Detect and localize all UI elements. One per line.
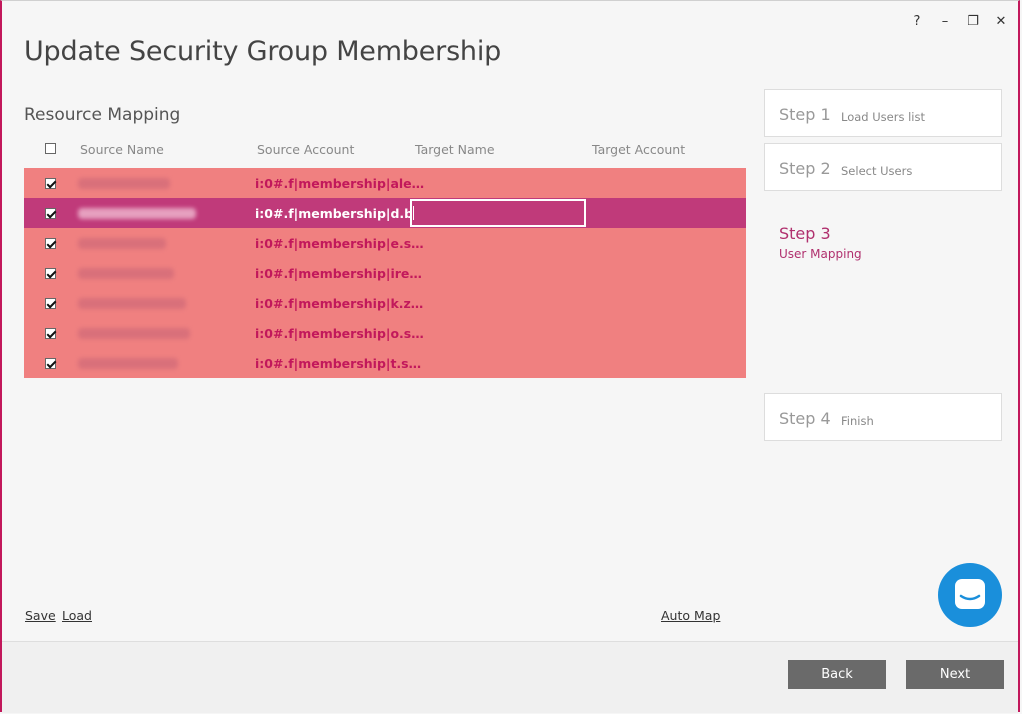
table-body: i:0#.f|membership|ale… i:0#.f|membership|… bbox=[24, 168, 746, 378]
table-row[interactable]: i:0#.f|membership|ire… bbox=[24, 258, 746, 288]
back-button[interactable]: Back bbox=[788, 660, 886, 689]
close-icon[interactable]: ✕ bbox=[994, 14, 1008, 29]
help-icon[interactable]: ? bbox=[910, 14, 924, 29]
restore-icon[interactable]: ❐ bbox=[966, 14, 980, 29]
step-1-label: Load Users list bbox=[841, 110, 925, 124]
step-2[interactable]: Step 2 Select Users bbox=[764, 143, 1002, 191]
step-3-label: User Mapping bbox=[779, 247, 862, 261]
row-checkbox[interactable] bbox=[45, 238, 56, 249]
source-name-redacted bbox=[78, 298, 186, 309]
window-controls: ? – ❐ ✕ bbox=[910, 14, 1008, 29]
chat-button[interactable] bbox=[938, 563, 1002, 627]
page-title: Update Security Group Membership bbox=[24, 36, 502, 67]
row-checkbox[interactable] bbox=[45, 178, 56, 189]
step-4-number: Step 4 bbox=[779, 409, 831, 428]
source-name-redacted bbox=[78, 238, 166, 249]
table-row[interactable]: i:0#.f|membership|t.s… bbox=[24, 348, 746, 378]
step-4[interactable]: Step 4 Finish bbox=[764, 393, 1002, 441]
row-checkbox[interactable] bbox=[45, 298, 56, 309]
step-1-number: Step 1 bbox=[779, 105, 831, 124]
step-3-active: Step 3 User Mapping bbox=[779, 224, 862, 261]
step-3-number: Step 3 bbox=[779, 224, 831, 243]
mapping-table: Source Name Source Account Target Name T… bbox=[24, 138, 746, 378]
source-name-redacted bbox=[78, 208, 196, 219]
save-link[interactable]: Save bbox=[25, 608, 56, 623]
header-source-account: Source Account bbox=[257, 142, 355, 157]
source-account-cell: i:0#.f|membership|ale… bbox=[255, 176, 425, 191]
row-checkbox[interactable] bbox=[45, 208, 56, 219]
select-all-checkbox[interactable] bbox=[45, 143, 56, 154]
table-row[interactable]: i:0#.f|membership|k.z… bbox=[24, 288, 746, 318]
row-checkbox[interactable] bbox=[45, 358, 56, 369]
source-account-cell: i:0#.f|membership|ire… bbox=[255, 266, 422, 281]
step-2-number: Step 2 bbox=[779, 159, 831, 178]
source-account-cell: i:0#.f|membership|o.s… bbox=[255, 326, 424, 341]
source-account-cell: i:0#.f|membership|k.z… bbox=[255, 296, 424, 311]
chat-icon bbox=[955, 579, 985, 609]
step-2-label: Select Users bbox=[841, 164, 913, 178]
text-caret bbox=[413, 206, 414, 220]
header-target-name: Target Name bbox=[415, 142, 495, 157]
row-checkbox[interactable] bbox=[45, 328, 56, 339]
table-row[interactable]: i:0#.f|membership|d.b… bbox=[24, 198, 746, 228]
minimize-icon[interactable]: – bbox=[938, 14, 952, 29]
section-title: Resource Mapping bbox=[24, 105, 181, 125]
load-link[interactable]: Load bbox=[62, 608, 92, 623]
row-checkbox[interactable] bbox=[45, 268, 56, 279]
source-name-redacted bbox=[78, 358, 178, 369]
step-1[interactable]: Step 1 Load Users list bbox=[764, 89, 1002, 137]
target-name-input[interactable] bbox=[410, 199, 586, 227]
table-header: Source Name Source Account Target Name T… bbox=[24, 138, 746, 162]
table-row[interactable]: i:0#.f|membership|ale… bbox=[24, 168, 746, 198]
source-account-cell: i:0#.f|membership|d.b… bbox=[255, 206, 426, 221]
auto-map-link[interactable]: Auto Map bbox=[661, 608, 720, 623]
source-account-cell: i:0#.f|membership|e.s… bbox=[255, 236, 424, 251]
table-row[interactable]: i:0#.f|membership|o.s… bbox=[24, 318, 746, 348]
source-name-redacted bbox=[78, 328, 190, 339]
source-account-cell: i:0#.f|membership|t.s… bbox=[255, 356, 422, 371]
header-target-account: Target Account bbox=[592, 142, 686, 157]
step-4-label: Finish bbox=[841, 414, 874, 428]
source-name-redacted bbox=[78, 178, 170, 189]
next-button[interactable]: Next bbox=[906, 660, 1004, 689]
source-name-redacted bbox=[78, 268, 174, 279]
table-row[interactable]: i:0#.f|membership|e.s… bbox=[24, 228, 746, 258]
header-source-name: Source Name bbox=[80, 142, 164, 157]
